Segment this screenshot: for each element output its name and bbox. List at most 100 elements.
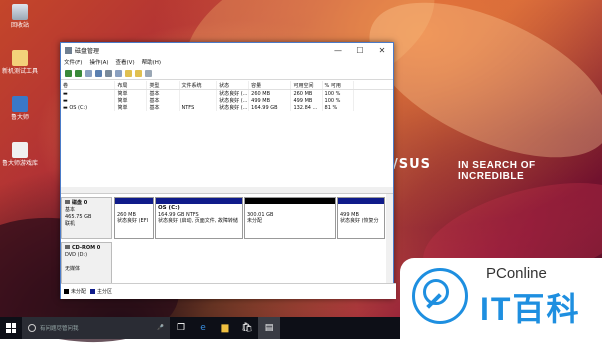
gamepad-icon <box>12 142 28 158</box>
properties-icon[interactable] <box>105 69 112 77</box>
minimize-button[interactable]: — <box>327 43 349 57</box>
desktop-icon-label: 鲁大师 <box>10 114 29 121</box>
store-icon[interactable]: 🛍 <box>236 317 258 339</box>
vertical-scrollbar[interactable] <box>386 194 393 284</box>
col-extra <box>354 81 393 89</box>
ludashi-icon <box>12 96 28 112</box>
cell-extra <box>354 104 393 111</box>
col-capacity[interactable]: 容量 <box>249 81 292 89</box>
col-filesystem[interactable]: 文件系统 <box>180 81 218 89</box>
primary-partition-swatch <box>90 289 96 294</box>
partition-efi[interactable]: 260 MB 状态良好 (EFI <box>114 197 154 239</box>
cell-filesystem <box>180 97 218 104</box>
disk-management-icon <box>65 46 72 54</box>
cdrom-kind: DVD (D:) <box>65 252 88 258</box>
col-status[interactable]: 状态 <box>217 81 250 89</box>
cell-capacity: 499 MB <box>249 97 292 104</box>
col-type[interactable]: 类型 <box>147 81 180 89</box>
disk-kind: 基本 <box>65 207 76 213</box>
cell-filesystem: NTFS <box>180 104 218 111</box>
desktop-icon-label: 鲁大师游戏库 <box>1 160 38 167</box>
desktop-icon-test-tools[interactable]: 新机测试工具 <box>0 50 40 76</box>
disk-size: 465.75 GB <box>65 214 92 220</box>
cell-capacity: 260 MB <box>249 90 292 97</box>
cell-percent-free: 100 % <box>323 97 354 104</box>
desktop-icon-ludashi-games[interactable]: 鲁大师游戏库 <box>0 142 40 168</box>
desktop-icon-recycle-bin[interactable]: 回收站 <box>0 4 40 30</box>
console-tree-icon[interactable] <box>85 69 92 77</box>
desktop-icon-label: 新机测试工具 <box>1 68 38 75</box>
cell-layout: 简单 <box>115 90 148 97</box>
help-icon[interactable] <box>95 69 102 77</box>
forward-icon[interactable] <box>75 69 82 77</box>
partition-status: 状态良好 (启动, 页面文件, 故障转储 <box>158 218 238 224</box>
disk-0-row: 磁盘 0 基本 465.75 GB 联机 260 MB 状态良好 (EFI OS… <box>61 197 386 239</box>
cell-status: 状态良好 (... <box>219 90 250 97</box>
cell-percent-free: 81 % <box>323 104 354 111</box>
desktop-icon-label: 回收站 <box>10 22 29 29</box>
cell-type: 基本 <box>147 104 180 111</box>
cell-free-space: 499 MB <box>291 97 323 104</box>
cell-volume: ▬ <box>61 90 116 97</box>
desktop-icon-ludashi[interactable]: 鲁大师 <box>0 96 40 122</box>
unallocated-swatch <box>64 289 69 294</box>
partition-recovery[interactable]: 499 MB 状态良好 (恢复分 <box>337 197 385 239</box>
watermark-main: IT百科 <box>480 291 581 327</box>
windows-logo-icon <box>6 323 16 333</box>
cell-layout: 简单 <box>115 104 148 111</box>
search-placeholder: 有问题尽管问我 <box>40 326 79 332</box>
menu-file[interactable]: 文件(F) <box>64 58 82 66</box>
table-row[interactable]: ▬ 简单 基本 状态良好 (... 260 MB 260 MB 100 % <box>61 90 393 97</box>
col-percent-free[interactable]: % 可用 <box>323 81 354 89</box>
cdrom-0-label[interactable]: CD-ROM 0 DVD (D:) 无媒体 <box>61 242 112 284</box>
open-folder-icon[interactable] <box>125 69 132 77</box>
col-layout[interactable]: 布局 <box>115 81 148 89</box>
menu-action[interactable]: 操作(A) <box>89 58 108 66</box>
cell-type: 基本 <box>147 90 180 97</box>
col-free-space[interactable]: 可用空间 <box>291 81 323 89</box>
microphone-icon[interactable]: 🎤 <box>157 325 164 331</box>
disk-name: 磁盘 0 <box>72 200 88 206</box>
toolbar <box>61 67 393 80</box>
legend-bar: 未分配 主分区 <box>61 283 396 299</box>
disk-0-label[interactable]: 磁盘 0 基本 465.75 GB 联机 <box>61 197 112 239</box>
disk-management-task-icon[interactable]: ▤ <box>258 317 280 339</box>
partition-os-c[interactable]: OS (C:) 164.99 GB NTFS 状态良好 (启动, 页面文件, 故… <box>155 197 243 239</box>
cell-free-space: 132.84 ... <box>291 104 323 111</box>
cell-free-space: 260 MB <box>291 90 323 97</box>
table-row[interactable]: ▬ OS (C:) 简单 基本 NTFS 状态良好 (... 164.99 GB… <box>61 104 393 111</box>
cell-layout: 简单 <box>115 97 148 104</box>
menu-view[interactable]: 查看(V) <box>116 58 135 66</box>
disk-management-window: 磁盘管理 — ☐ ✕ 文件(F) 操作(A) 查看(V) 帮助(H) 卷 布局 … <box>60 42 396 299</box>
partition-unallocated[interactable]: 300.01 GB 未分配 <box>244 197 336 239</box>
edge-icon[interactable]: e <box>192 317 214 339</box>
taskbar-search[interactable]: 有问题尽管问我 🎤 <box>22 317 170 339</box>
table-header: 卷 布局 类型 文件系统 状态 容量 可用空间 % 可用 <box>61 81 393 90</box>
list-view-icon[interactable] <box>115 69 122 77</box>
cell-status: 状态良好 (... <box>219 97 250 104</box>
table-row[interactable]: ▬ 简单 基本 状态良好 (... 499 MB 499 MB 100 % <box>61 97 393 104</box>
cell-status: 状态良好 (... <box>219 104 250 111</box>
cdrom-icon <box>65 245 70 249</box>
menu-help[interactable]: 帮助(H) <box>142 58 161 66</box>
settings-icon[interactable] <box>145 69 152 77</box>
cell-extra <box>354 97 393 104</box>
partition-status: 未分配 <box>247 218 263 224</box>
start-button[interactable] <box>0 317 22 339</box>
folder-icon <box>12 50 28 66</box>
task-view-icon[interactable]: ❐ <box>170 317 192 339</box>
maximize-button[interactable]: ☐ <box>349 43 371 57</box>
back-icon[interactable] <box>65 69 72 77</box>
title-bar[interactable]: 磁盘管理 — ☐ ✕ <box>61 43 393 57</box>
disk-status: 联机 <box>65 221 76 227</box>
close-button[interactable]: ✕ <box>371 43 393 57</box>
partition-title: OS (C:) <box>158 205 180 211</box>
disk-graphical-view: 磁盘 0 基本 465.75 GB 联机 260 MB 状态良好 (EFI OS… <box>61 193 393 284</box>
file-explorer-icon[interactable]: ▆ <box>214 317 236 339</box>
explore-icon[interactable] <box>135 69 142 77</box>
legend-unallocated: 未分配 <box>71 289 87 295</box>
col-volume[interactable]: 卷 <box>61 81 116 89</box>
cell-extra <box>354 90 393 97</box>
cell-type: 基本 <box>147 97 180 104</box>
volume-table: 卷 布局 类型 文件系统 状态 容量 可用空间 % 可用 ▬ 简单 基本 状态良… <box>61 81 393 111</box>
